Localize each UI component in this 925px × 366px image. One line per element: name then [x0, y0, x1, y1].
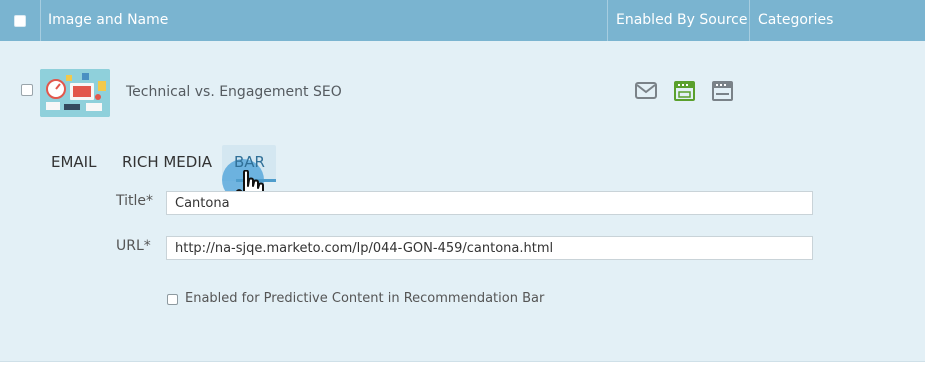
bar-icon[interactable] — [712, 81, 733, 105]
header-divider — [40, 0, 41, 41]
predictive-content-label[interactable]: Enabled for Predictive Content in Recomm… — [185, 291, 544, 306]
title-label: Title* — [116, 193, 154, 209]
header-enabled-by-source[interactable]: Enabled By Source — [616, 0, 747, 41]
content-name[interactable]: Technical vs. Engagement SEO — [126, 84, 342, 100]
header-divider — [607, 0, 608, 41]
table-header: Image and Name Enabled By Source Categor… — [0, 0, 925, 41]
content-thumbnail — [40, 69, 110, 117]
url-input[interactable] — [166, 236, 813, 260]
tab-email[interactable]: EMAIL — [51, 153, 96, 171]
rich-media-icon[interactable] — [674, 81, 695, 105]
header-categories[interactable]: Categories — [758, 0, 833, 41]
title-input[interactable] — [166, 191, 813, 215]
select-all-checkbox[interactable] — [14, 15, 26, 27]
header-image-and-name[interactable]: Image and Name — [48, 0, 168, 41]
content-row-panel: Technical vs. Engagement SEO EMAIL RICH … — [0, 41, 925, 362]
email-icon[interactable] — [635, 81, 657, 104]
predictive-content-checkbox[interactable] — [167, 294, 178, 305]
row-select-checkbox[interactable] — [21, 84, 33, 96]
header-divider — [749, 0, 750, 41]
tab-rich-media[interactable]: RICH MEDIA — [122, 153, 212, 171]
url-label: URL* — [116, 238, 151, 254]
tab-bar[interactable]: BAR — [234, 153, 265, 171]
